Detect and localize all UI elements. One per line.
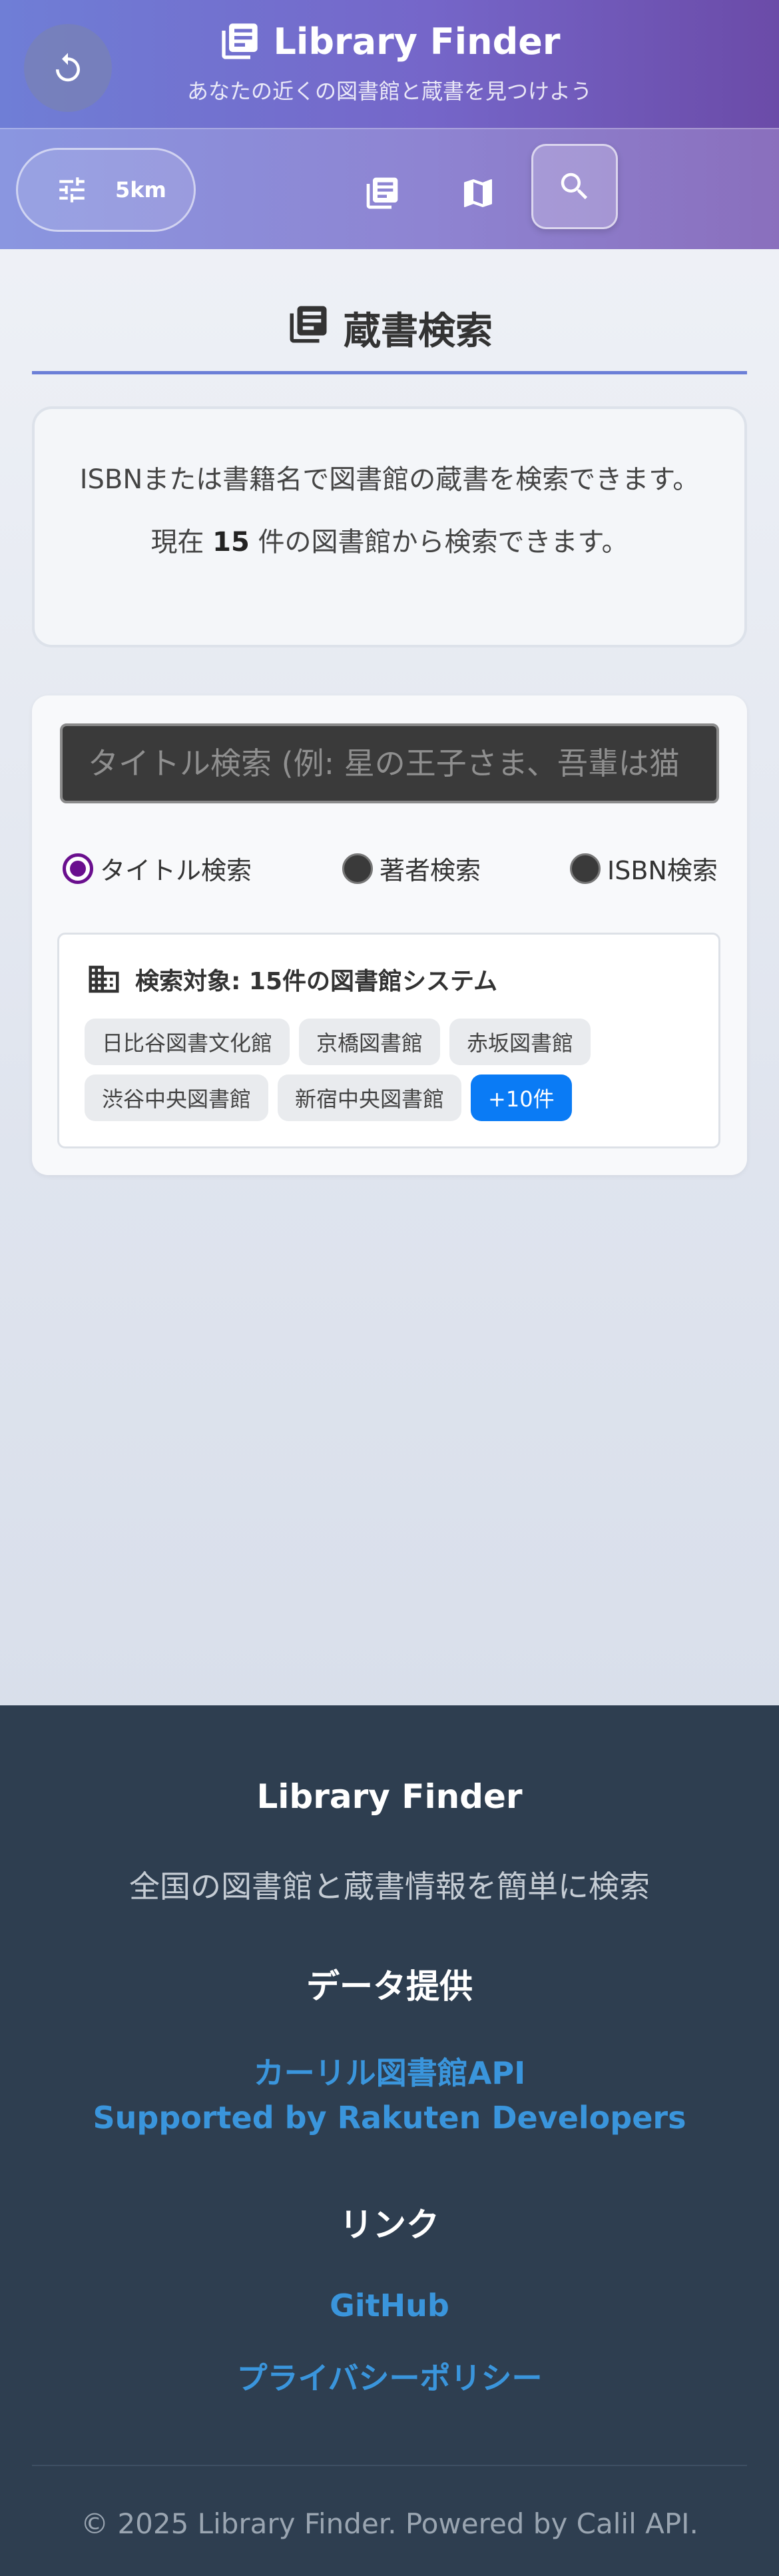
library-chip: 京橋図書館 — [299, 1019, 441, 1065]
search-target-label: 検索対象: 15件の図書館システム — [135, 968, 497, 995]
mode-radio-isbn[interactable]: ISBN検索 — [570, 850, 718, 887]
info-count-line: 現在 15 件の図書館から検索できます。 — [75, 518, 704, 566]
info-card: ISBNまたは書籍名で図書館の蔵書を検索できます。 現在 15 件の図書館から検… — [32, 406, 747, 647]
library-count: 15 — [212, 527, 250, 558]
more-libraries-button[interactable]: +10件 — [471, 1074, 572, 1121]
library-chip: 新宿中央図書館 — [278, 1074, 462, 1121]
footer-divider — [32, 2465, 747, 2466]
toolbar: 5km — [0, 128, 779, 249]
radio-button[interactable] — [570, 853, 601, 884]
library-books-icon — [290, 306, 327, 343]
mode-label-author: 著者検索 — [380, 856, 481, 885]
app-header: Library Finder あなたの近くの図書館と蔵書を見つけよう — [0, 0, 779, 128]
library-books-icon — [222, 23, 258, 59]
info-count-suffix: 件の図書館から検索できます。 — [249, 527, 629, 558]
app-subtitle: あなたの近くの図書館と蔵書を見つけよう — [186, 79, 592, 104]
footer-tagline: 全国の図書館と蔵書情報を簡単に検索 — [129, 1869, 650, 1905]
brand: Library Finder あなたの近くの図書館と蔵書を見つけよう — [0, 20, 779, 105]
list-view-button[interactable] — [362, 173, 402, 213]
calil-api-link[interactable]: カーリル図書館API — [0, 2049, 779, 2093]
book-list-icon — [366, 177, 398, 209]
library-chip: 渋谷中央図書館 — [85, 1074, 269, 1121]
github-link[interactable]: GitHub — [0, 2288, 779, 2324]
library-chip-list: 日比谷図書文化館 京橋図書館 赤坂図書館 渋谷中央図書館 新宿中央図書館 +10… — [85, 1019, 704, 1130]
search-target-box: 検索対象: 15件の図書館システム 日比谷図書文化館 京橋図書館 赤坂図書館 渋… — [57, 933, 720, 1148]
info-count-prefix: 現在 — [150, 527, 213, 558]
footer-title: Library Finder — [256, 1777, 523, 1816]
radius-filter-button[interactable]: 5km — [16, 148, 196, 232]
search-icon — [561, 173, 588, 200]
building-icon — [89, 965, 119, 993]
info-description: ISBNまたは書籍名で図書館の蔵書を検索できます。 — [79, 464, 700, 495]
footer: Library Finder 全国の図書館と蔵書情報を簡単に検索 データ提供 カ… — [0, 1705, 779, 2576]
radius-label: 5km — [115, 177, 166, 203]
map-icon — [464, 179, 492, 207]
copyright: © 2025 Library Finder. Powered by Calil … — [81, 2507, 698, 2540]
page-title: 蔵書検索 — [32, 301, 747, 374]
privacy-policy-link[interactable]: プライバシーポリシー — [0, 2354, 779, 2398]
app-title: Library Finder — [218, 20, 561, 63]
radio-button-selected[interactable] — [63, 853, 93, 884]
mode-label-isbn: ISBN検索 — [607, 856, 718, 885]
rakuten-link[interactable]: Supported by Rakuten Developers — [0, 2100, 779, 2136]
mode-radio-author[interactable]: 著者検索 — [342, 850, 481, 887]
mode-label-title: タイトル検索 — [100, 856, 252, 885]
radio-button[interactable] — [342, 853, 373, 884]
app-title-text: Library Finder — [273, 20, 561, 63]
page-title-text: 蔵書検索 — [344, 310, 493, 353]
library-chip: 赤坂図書館 — [449, 1019, 591, 1065]
sliders-icon — [59, 177, 85, 203]
footer-links-heading: リンク — [340, 2206, 439, 2244]
footer-data-heading: データ提供 — [306, 1967, 473, 2006]
search-target-header: 検索対象: 15件の図書館システム — [86, 961, 497, 997]
mode-radio-title[interactable]: タイトル検索 — [63, 850, 252, 887]
map-view-button[interactable] — [458, 173, 498, 213]
library-chip: 日比谷図書文化館 — [85, 1019, 290, 1065]
search-panel: タイトル検索 著者検索 ISBN検索 検索対象: 15件の図書館システム 日比谷… — [32, 695, 747, 1175]
search-input[interactable] — [60, 723, 719, 803]
search-view-button[interactable] — [531, 144, 618, 229]
